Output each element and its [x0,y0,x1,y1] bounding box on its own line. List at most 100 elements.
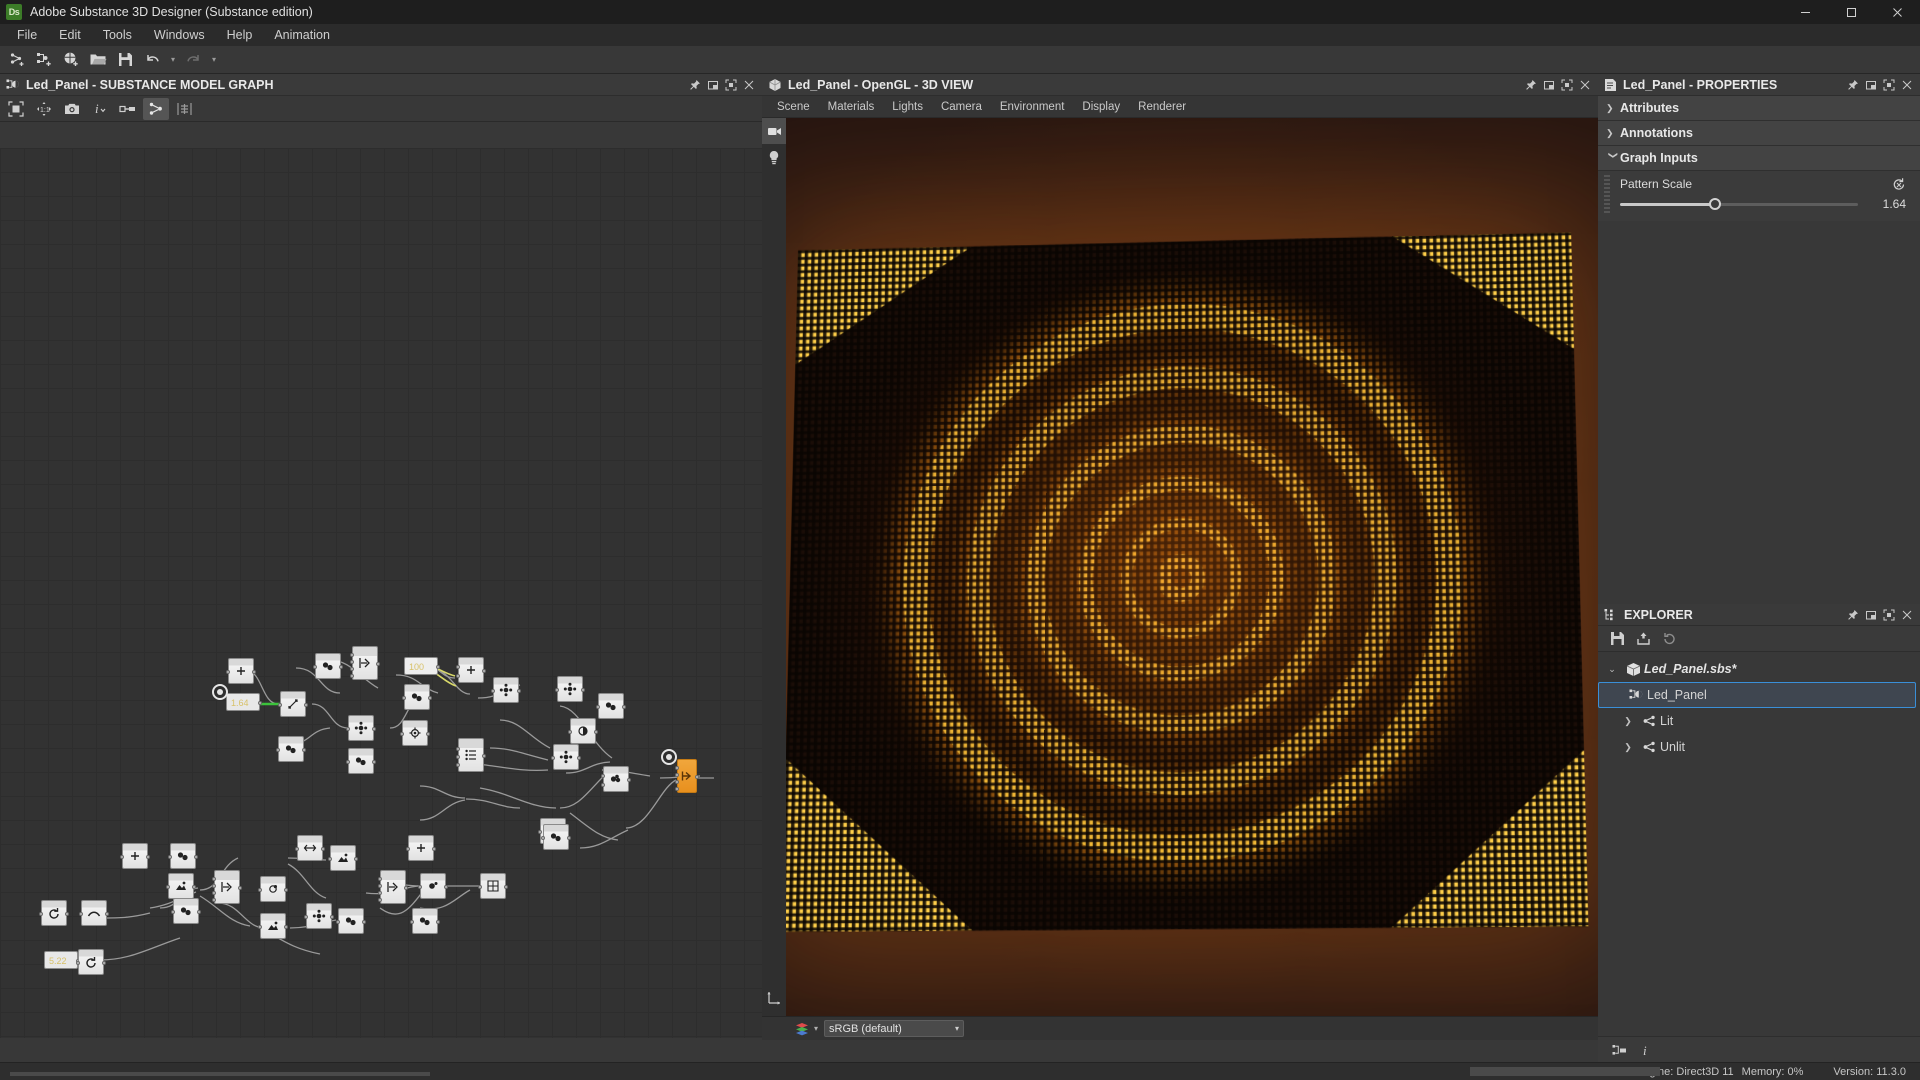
menu-edit[interactable]: Edit [48,25,92,45]
tree-item-unlit[interactable]: ❯ Unlit [1598,734,1920,760]
graph-node[interactable] [336,908,366,934]
graph-node[interactable] [478,873,508,899]
graph-node[interactable] [76,949,106,975]
graph-node-value[interactable]: 5.22 [44,951,80,969]
pin-icon[interactable] [686,75,704,95]
restore-icon[interactable] [704,75,722,95]
graph-node[interactable] [400,720,430,746]
graph-node[interactable] [402,684,432,710]
graph-node[interactable] [491,677,521,703]
graph-node[interactable] [278,691,308,717]
tree-item-package[interactable]: ⌄ Led_Panel.sbs* [1598,656,1920,682]
pattern-scale-slider[interactable] [1620,197,1858,211]
menu-animation[interactable]: Animation [263,25,341,45]
menu-windows[interactable]: Windows [143,25,216,45]
properties-section-graph-inputs[interactable]: ❯ Graph Inputs [1598,146,1920,171]
graph-canvas[interactable]: 1.64 100 5.22 [0,148,762,1038]
graph-node[interactable] [456,657,486,683]
restore-icon[interactable] [1862,75,1880,95]
snapshot-icon[interactable] [59,98,85,120]
graph-node[interactable] [568,718,598,744]
minimize-button[interactable] [1782,0,1828,24]
close-icon[interactable] [1898,75,1916,95]
graph-node[interactable] [601,766,631,792]
graph-node[interactable] [39,900,69,926]
align-nodes-icon[interactable] [171,98,197,120]
camera-tool-icon[interactable] [762,118,786,144]
tree-item-lit[interactable]: ❯ Lit [1598,708,1920,734]
close-button[interactable] [1874,0,1920,24]
graph-node-blend[interactable] [456,738,486,772]
reset-icon[interactable] [1892,177,1906,191]
pin-icon[interactable] [1844,605,1862,625]
graph-node[interactable] [596,693,626,719]
graph-node-merge[interactable] [350,646,380,680]
maximize-icon[interactable] [722,75,740,95]
graph-node[interactable] [541,824,571,850]
graph-node[interactable] [258,876,288,902]
axis-gizmo-icon[interactable] [766,988,784,1006]
view3d-menu-renderer[interactable]: Renderer [1129,98,1195,116]
graph-node[interactable] [406,835,436,861]
open-package-icon[interactable] [85,48,111,72]
graph-node[interactable] [346,715,376,741]
chevron-down-icon[interactable]: ⌄ [1602,664,1622,675]
redo-dropdown-chevron-icon[interactable]: ▾ [207,48,221,72]
close-icon[interactable] [740,75,758,95]
maximize-icon[interactable] [1558,75,1576,95]
dependencies-icon[interactable] [1606,1040,1632,1062]
properties-section-annotations[interactable]: ❯ Annotations [1598,121,1920,146]
info-icon[interactable]: i [87,98,113,120]
info-icon[interactable]: i [1632,1040,1658,1062]
graph-node[interactable] [120,843,150,869]
pin-icon[interactable] [1522,75,1540,95]
maximize-button[interactable] [1828,0,1874,24]
close-icon[interactable] [1576,75,1594,95]
graph-node-merge[interactable] [378,870,408,904]
colorspace-select[interactable]: sRGB (default) ▾ [824,1020,965,1037]
slider-knob[interactable] [1709,198,1722,210]
light-tool-icon[interactable] [762,144,786,170]
graph-node-merge[interactable] [212,870,242,904]
graph-output-node[interactable] [675,759,699,793]
frame-all-icon[interactable] [3,98,29,120]
graph-node[interactable] [166,873,196,899]
undo-dropdown-chevron-icon[interactable]: ▾ [166,48,180,72]
view3d-menu-environment[interactable]: Environment [991,98,1074,116]
graph-node[interactable] [276,736,306,762]
save-icon[interactable] [1604,628,1630,650]
graph-node[interactable] [304,903,334,929]
undo-icon[interactable] [139,48,165,72]
new-package-icon[interactable] [58,48,84,72]
graph-node[interactable] [79,900,109,926]
graph-node[interactable] [295,835,325,861]
menu-file[interactable]: File [6,25,48,45]
zoom-one-to-one-icon[interactable]: 1:1 [31,98,57,120]
redo-icon[interactable] [180,48,206,72]
view3d-menu-camera[interactable]: Camera [932,98,991,116]
restore-icon[interactable] [1540,75,1558,95]
graph-node[interactable] [555,676,585,702]
pattern-scale-value[interactable]: 1.64 [1858,197,1906,211]
graph-node[interactable] [551,744,581,770]
view3d-viewport[interactable]: ▾ sRGB (default) ▾ [762,118,1598,1040]
save-package-icon[interactable] [112,48,138,72]
view3d-menu-materials[interactable]: Materials [819,98,884,116]
pin-icon[interactable] [1844,75,1862,95]
chevron-right-icon[interactable]: ❯ [1618,716,1638,727]
show-connections-icon[interactable] [115,98,141,120]
export-icon[interactable] [1630,628,1656,650]
chevron-right-icon[interactable]: ❯ [1618,742,1638,753]
restore-icon[interactable] [1862,605,1880,625]
new-model-graph-icon[interactable] [31,48,57,72]
graph-node[interactable] [258,913,288,939]
graph-node[interactable] [418,873,448,899]
graph-node[interactable] [226,658,256,684]
properties-section-attributes[interactable]: ❯ Attributes [1598,96,1920,121]
graph-layout-icon[interactable] [143,97,169,120]
maximize-icon[interactable] [1880,75,1898,95]
view3d-menu-lights[interactable]: Lights [883,98,932,116]
tree-item-led-panel[interactable]: Led_Panel [1598,682,1916,708]
new-substance-graph-icon[interactable] [4,48,30,72]
menu-tools[interactable]: Tools [92,25,143,45]
